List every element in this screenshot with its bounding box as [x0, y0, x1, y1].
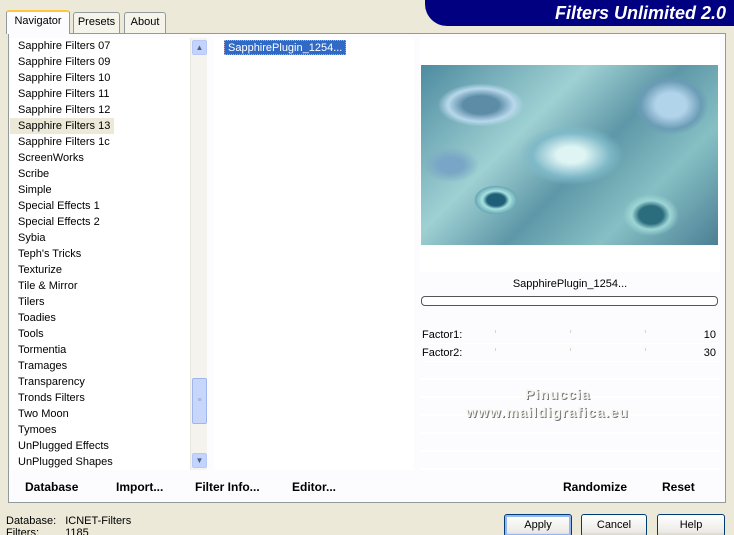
- category-label: Teph's Tricks: [18, 248, 82, 260]
- category-label: Tilers: [18, 296, 45, 308]
- watermark-url: www.maildigrafica.eu: [466, 404, 629, 420]
- category-item[interactable]: Tile & Mirror: [10, 278, 190, 294]
- category-label: Sapphire Filters 1c: [18, 136, 110, 148]
- category-item[interactable]: Tramages: [10, 358, 190, 374]
- category-item[interactable]: Sapphire Filters 1c: [10, 134, 190, 150]
- category-item[interactable]: UnPlugged Shapes: [10, 454, 190, 470]
- param-row-empty: [420, 452, 720, 470]
- category-item[interactable]: Sapphire Filters 13: [10, 118, 190, 134]
- status-filters: Filters: 1185: [6, 527, 89, 535]
- category-item[interactable]: Scribe: [10, 166, 190, 182]
- reset-button[interactable]: Reset: [662, 479, 695, 495]
- preview-pane: [420, 38, 720, 272]
- param-factor2[interactable]: Factor2: 30: [420, 344, 720, 362]
- apply-button[interactable]: Apply: [504, 514, 572, 535]
- status-database-label: Database:: [6, 515, 57, 527]
- category-label: Sapphire Filters 12: [18, 104, 111, 116]
- tab-about[interactable]: About: [124, 12, 166, 33]
- category-item[interactable]: Two Moon: [10, 406, 190, 422]
- filter-item-selected[interactable]: SapphirePlugin_1254...: [224, 40, 347, 55]
- category-item[interactable]: Tormentia: [10, 342, 190, 358]
- category-item[interactable]: Sapphire Filters 07: [10, 38, 190, 54]
- category-item[interactable]: Tools: [10, 326, 190, 342]
- status-filters-label: Filters:: [6, 527, 39, 535]
- param-value: 30: [703, 347, 716, 359]
- param-label: Factor1:: [422, 329, 463, 341]
- category-item[interactable]: Transparency: [10, 374, 190, 390]
- category-item[interactable]: Toadies: [10, 310, 190, 326]
- category-item[interactable]: ScreenWorks: [10, 150, 190, 166]
- category-label: Sapphire Filters 11: [18, 88, 110, 100]
- category-item[interactable]: Sybia: [10, 230, 190, 246]
- status-filters-value: 1185: [65, 527, 89, 535]
- category-item[interactable]: Tilers: [10, 294, 190, 310]
- category-list[interactable]: Sapphire Filters 07 Sapphire Filters 09 Sa…: [10, 38, 190, 470]
- tab-navigator[interactable]: Navigator: [6, 10, 70, 34]
- category-label: Texturize: [18, 264, 63, 276]
- app-title-banner: Filters Unlimited 2.0: [425, 0, 734, 26]
- import-button[interactable]: Import...: [116, 479, 163, 495]
- preview-filter-name: SapphirePlugin_1254...: [512, 278, 628, 290]
- scroll-down-icon[interactable]: ▼: [192, 453, 207, 468]
- category-label: UnPlugged Shapes: [18, 456, 113, 468]
- filter-info-button[interactable]: Filter Info...: [195, 479, 260, 495]
- category-label: Scribe: [18, 168, 50, 180]
- category-item[interactable]: UnPlugged Effects: [10, 438, 190, 454]
- scroll-thumb[interactable]: ≡: [192, 378, 207, 424]
- category-label: Sybia: [18, 232, 46, 244]
- category-item[interactable]: Texturize: [10, 262, 190, 278]
- watermark-name: Pinuccia: [525, 386, 591, 402]
- param-label: Factor2:: [422, 347, 463, 359]
- status-database-value: ICNET-Filters: [65, 515, 132, 527]
- help-button[interactable]: Help: [657, 514, 725, 535]
- editor-button[interactable]: Editor...: [292, 479, 336, 495]
- category-item[interactable]: Sapphire Filters 11: [10, 86, 190, 102]
- param-value: 10: [703, 329, 716, 341]
- category-label: Transparency: [18, 376, 85, 388]
- category-label: ScreenWorks: [18, 152, 84, 164]
- tab-presets[interactable]: Presets: [73, 12, 120, 33]
- category-item[interactable]: Sapphire Filters 09: [10, 54, 190, 70]
- cancel-button[interactable]: Cancel: [581, 514, 647, 535]
- category-label: Tools: [18, 328, 44, 340]
- category-label: Toadies: [18, 312, 56, 324]
- category-label: Sapphire Filters 10: [18, 72, 111, 84]
- category-label: Special Effects 1: [18, 200, 100, 212]
- category-label: Tronds Filters: [18, 392, 85, 404]
- category-item[interactable]: Teph's Tricks: [10, 246, 190, 262]
- category-item[interactable]: Tronds Filters: [10, 390, 190, 406]
- category-item[interactable]: Sapphire Filters 12: [10, 102, 190, 118]
- param-row-empty: [420, 362, 720, 380]
- category-scrollbar[interactable]: ▲ ≡ ▼: [190, 38, 207, 470]
- category-label: Tormentia: [18, 344, 67, 356]
- category-item[interactable]: Tymoes: [10, 422, 190, 438]
- randomize-button[interactable]: Randomize: [563, 479, 627, 495]
- category-label: Special Effects 2: [18, 216, 100, 228]
- category-item[interactable]: Sapphire Filters 10: [10, 70, 190, 86]
- category-item[interactable]: Simple: [10, 182, 190, 198]
- param-factor1[interactable]: Factor1: 10: [420, 326, 720, 344]
- category-label: Simple: [18, 184, 52, 196]
- database-button[interactable]: Database: [25, 479, 78, 495]
- status-database: Database: ICNET-Filters: [6, 515, 131, 527]
- category-item[interactable]: Special Effects 2: [10, 214, 190, 230]
- progress-bar: [421, 296, 718, 306]
- category-label: Sapphire Filters 13: [10, 118, 115, 134]
- category-label: Sapphire Filters 07: [18, 40, 111, 52]
- category-item[interactable]: Special Effects 1: [10, 198, 190, 214]
- preview-image: [421, 65, 718, 245]
- category-label: Tramages: [18, 360, 68, 372]
- category-label: Tile & Mirror: [18, 280, 78, 292]
- filter-list[interactable]: SapphirePlugin_1254...: [214, 38, 414, 470]
- scroll-up-icon[interactable]: ▲: [192, 40, 207, 55]
- param-row-empty: [420, 434, 720, 452]
- category-label: UnPlugged Effects: [18, 440, 109, 452]
- category-label: Tymoes: [18, 424, 57, 436]
- category-label: Sapphire Filters 09: [18, 56, 111, 68]
- category-label: Two Moon: [18, 408, 69, 420]
